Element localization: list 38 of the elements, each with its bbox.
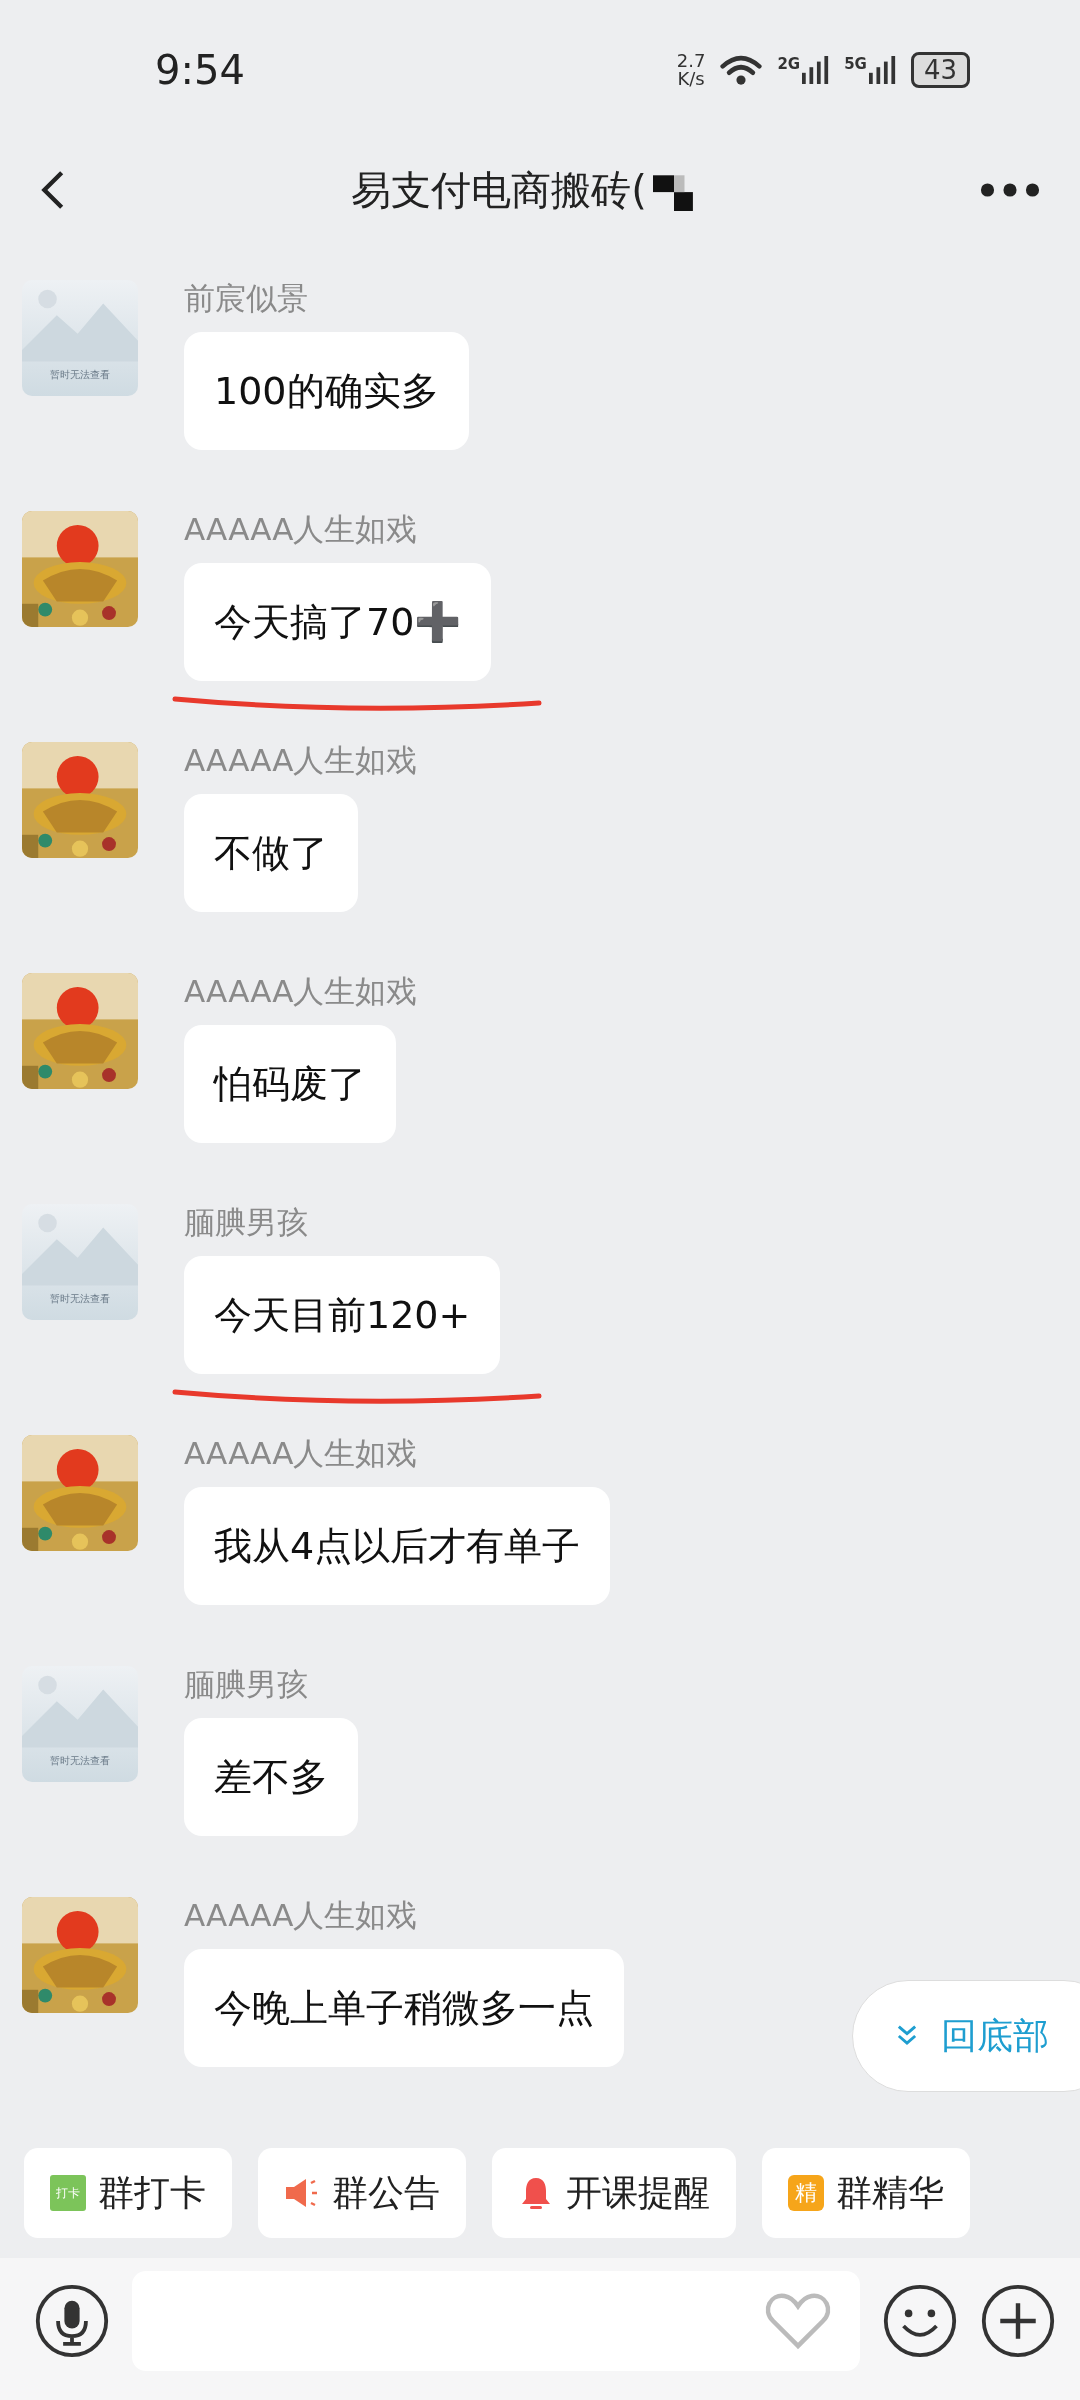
battery-indicator: 43: [910, 52, 970, 88]
message-bubble: 我从4点以后才有单子: [184, 1487, 611, 1605]
avatar-placeholder[interactable]: 暂时无法查看: [22, 280, 138, 396]
sender-name: 前宸似景: [184, 279, 308, 318]
avatar-placeholder[interactable]: 暂时无法查看: [22, 1204, 138, 1320]
message-bubble: 今晚上单子稍微多一点: [184, 1949, 624, 2067]
sender-name: AAAAA人生如戏: [184, 1434, 418, 1473]
message-input[interactable]: [132, 2271, 860, 2371]
message-bubble: 100的确实多: [184, 332, 469, 450]
sender-name: AAAAA人生如戏: [184, 972, 418, 1011]
status-time: 9:54: [155, 47, 245, 93]
network-speed: 2.7 K/s: [676, 52, 706, 88]
sender-name: AAAAA人生如戏: [184, 741, 418, 780]
quick-action-button[interactable]: 精 群精华: [762, 2148, 970, 2238]
signal-indicator: 2G: [777, 55, 831, 85]
emoji-icon[interactable]: [882, 2283, 958, 2359]
message-bubble: 差不多: [184, 1718, 358, 1836]
microphone-icon[interactable]: [34, 2283, 110, 2359]
avatar-placeholder[interactable]: 暂时无法查看: [22, 1666, 138, 1782]
more-icon[interactable]: [980, 182, 1040, 198]
sender-name: AAAAA人生如戏: [184, 510, 418, 549]
sender-name: 腼腆男孩: [184, 1203, 308, 1242]
quick-action-button[interactable]: 群公告: [258, 2148, 466, 2238]
message-bubble: 今天目前120+: [184, 1256, 501, 1374]
add-icon[interactable]: [980, 2283, 1056, 2359]
sender-name: 腼腆男孩: [184, 1665, 308, 1704]
quick-action-button[interactable]: 开课提醒: [492, 2148, 736, 2238]
message-bubble: 今天搞了70➕: [184, 563, 492, 681]
quick-action-button[interactable]: 打卡 群打卡: [24, 2148, 232, 2238]
message-bubble: 怕码废了: [184, 1025, 396, 1143]
signal-indicator: 5G: [844, 55, 897, 85]
heart-icon[interactable]: [764, 2291, 832, 2351]
chat-title: 易支付电商搬砖(: [351, 165, 647, 215]
essence-icon: 精: [788, 2175, 824, 2211]
message-bubble: 不做了: [184, 794, 358, 912]
sender-name: AAAAA人生如戏: [184, 1896, 418, 1935]
wifi-icon: [719, 53, 764, 87]
calendar-icon: 打卡: [50, 2175, 86, 2211]
